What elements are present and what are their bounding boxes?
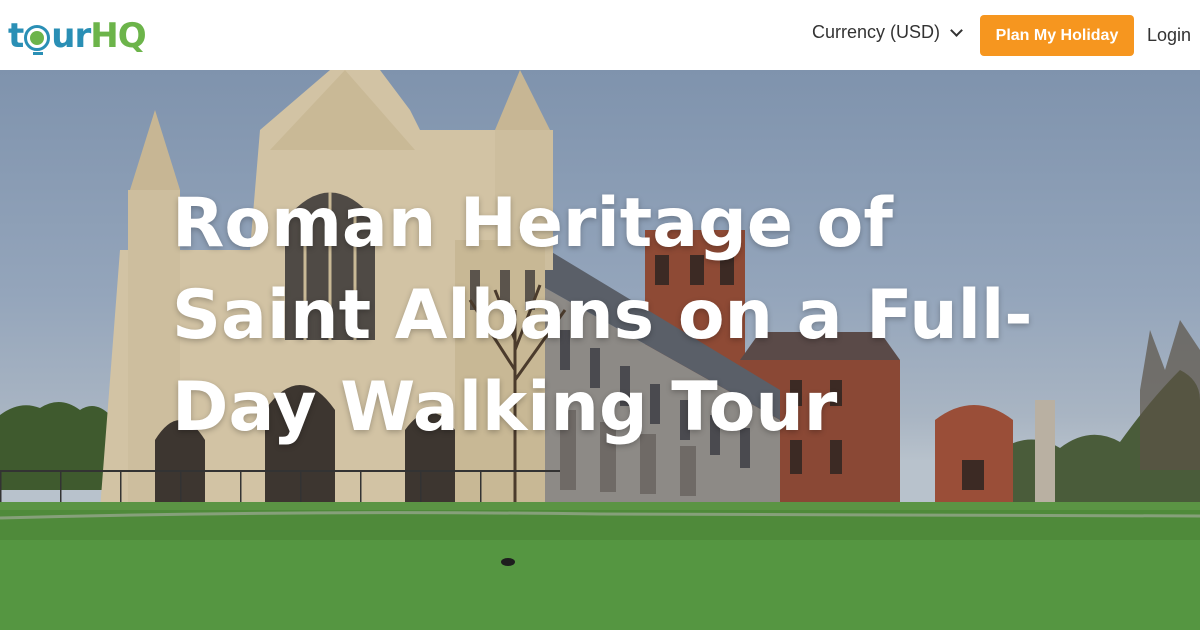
hero-title: Roman Heritage of Saint Albans on a Full… (172, 184, 1033, 447)
login-link[interactable]: Login (1147, 25, 1191, 46)
site-header: t ur HQ Currency (USD) Plan My Holiday L… (0, 0, 1200, 70)
logo-text-hq: HQ (90, 16, 146, 56)
hero-banner: Roman Heritage of Saint Albans on a Full… (0, 70, 1200, 630)
currency-label: Currency (USD) (812, 22, 941, 42)
globe-logo-icon (24, 25, 51, 55)
tourhq-logo[interactable]: t ur HQ (8, 14, 147, 58)
currency-selector[interactable]: Currency (USD) (812, 22, 963, 43)
plan-my-holiday-button[interactable]: Plan My Holiday (980, 15, 1134, 56)
logo-text-ur: ur (51, 16, 91, 56)
chevron-down-icon (950, 23, 963, 37)
logo-text-t: t (8, 16, 24, 56)
